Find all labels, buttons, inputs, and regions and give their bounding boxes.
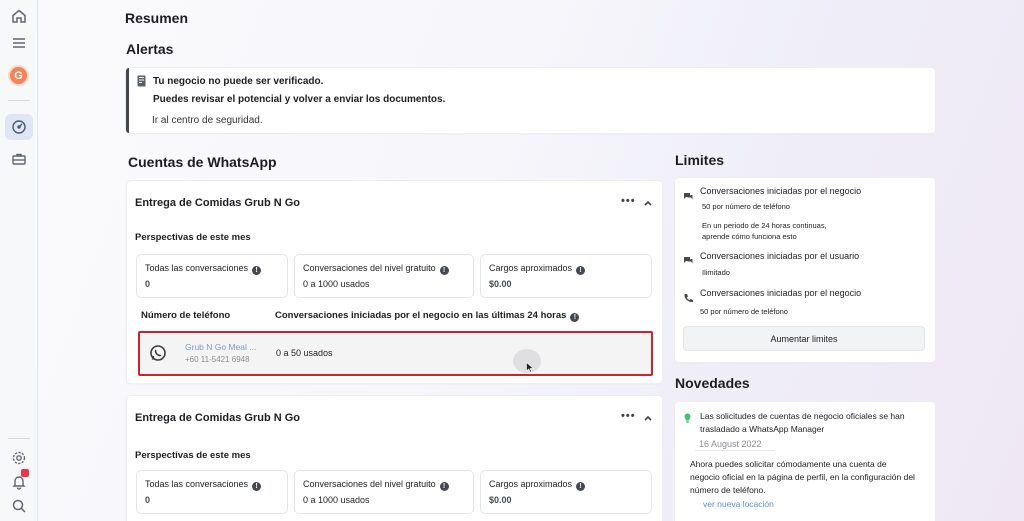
metric-value: $0.00 — [489, 495, 512, 505]
phone-usage: 0 a 50 usados — [276, 348, 333, 358]
left-rail: G — [0, 0, 38, 521]
alert-description: Puedes revisar el potencial y volver a e… — [153, 94, 446, 105]
dashboard-gauge-icon[interactable] — [9, 117, 29, 137]
phone-number-row[interactable]: Grub N Go Meal ... +60 11-5421 6948 0 a … — [138, 331, 653, 376]
news-card: Las solicitudes de cuentas de negocio of… — [675, 402, 935, 521]
more-options-button[interactable]: ••• — [621, 410, 636, 422]
increase-limits-button[interactable]: Aumentar limites — [683, 326, 925, 351]
metric-card: Cargos aproximados! $0.00 — [481, 471, 651, 513]
more-options-button[interactable]: ••• — [621, 195, 636, 207]
news-body: negocio oficial en la página de perfil, … — [690, 472, 915, 482]
usage-header: Conversaciones iniciadas por el negocio … — [275, 310, 567, 321]
home-icon[interactable] — [9, 6, 29, 26]
info-icon[interactable]: ! — [576, 482, 586, 491]
alert-accent-bar — [126, 68, 129, 133]
search-icon[interactable] — [9, 496, 29, 516]
menu-icon[interactable] — [9, 33, 29, 53]
bell-icon[interactable] — [9, 469, 29, 492]
briefcase-icon[interactable] — [9, 149, 29, 169]
info-icon[interactable]: ! — [570, 313, 580, 322]
document-icon — [137, 75, 146, 87]
alert-title: Tu negocio no puede ser verificado. — [153, 76, 324, 87]
news-body: Ahora puedes solicitar cómodamente una c… — [690, 459, 887, 469]
whatsapp-accounts-heading: Cuentas de WhatsApp — [128, 154, 277, 170]
phone-number: +60 11-5421 6948 — [185, 355, 250, 364]
chat-bubbles-icon — [684, 257, 693, 264]
rail-divider — [8, 100, 30, 101]
metric-card: Todas las conversaciones! 0 — [137, 255, 287, 297]
chevron-up-icon[interactable] — [643, 198, 653, 208]
whatsapp-icon — [150, 345, 166, 361]
metric-label: Conversaciones del nivel gratuito — [303, 479, 436, 489]
metric-value: 0 — [145, 495, 151, 505]
news-headline: trasladado a WhatsApp Manager — [700, 424, 825, 434]
alerts-heading: Alertas — [126, 41, 174, 57]
news-body: número de teléfono. — [690, 485, 766, 495]
info-icon[interactable]: ! — [439, 482, 449, 491]
account-name: Entrega de Comidas Grub N Go — [135, 412, 301, 424]
info-icon[interactable]: ! — [439, 266, 449, 275]
limit-value: 50 por número de teléfono — [702, 202, 790, 211]
lightbulb-icon — [684, 413, 691, 423]
info-icon[interactable]: ! — [252, 482, 262, 491]
mouse-cursor-icon — [526, 362, 534, 373]
rail-divider — [8, 438, 30, 439]
news-date: 16 August 2022 — [699, 439, 762, 449]
limit-note: En un periodo de 24 horas continuas, — [702, 221, 827, 230]
chevron-up-icon[interactable] — [643, 413, 653, 423]
metric-label: Cargos aproximados — [489, 479, 573, 489]
metric-card: Cargos aproximados! $0.00 — [481, 255, 651, 297]
limits-card: Conversaciones iniciadas por el negocio … — [675, 178, 935, 362]
news-heading: Novedades — [675, 375, 750, 391]
phone-icon — [684, 294, 693, 303]
avatar[interactable]: G — [8, 65, 29, 86]
limits-heading: Limites — [675, 152, 725, 168]
chat-bubbles-icon — [684, 193, 693, 200]
security-center-link[interactable]: Ir al centro de seguridad. — [152, 115, 263, 126]
alert-card: Tu negocio no puede ser verificado. Pued… — [126, 68, 935, 133]
metric-value: 0 a 1000 usados — [303, 495, 370, 505]
info-icon[interactable]: ! — [252, 266, 262, 275]
perspectives-label: Perspectivas de este mes — [135, 450, 251, 461]
perspectives-label: Perspectivas de este mes — [135, 232, 251, 243]
limit-learn-link[interactable]: aprende cómo funciona esto — [702, 232, 797, 241]
limit-title: Conversaciones iniciadas por el usuario — [700, 251, 860, 261]
page-title: Resumen — [125, 10, 189, 26]
notification-badge — [21, 469, 29, 477]
limit-title: Conversaciones iniciadas por el negocio — [700, 288, 862, 298]
limit-title: Conversaciones iniciadas por el negocio — [700, 186, 862, 196]
metric-value: $0.00 — [489, 279, 512, 289]
info-icon[interactable]: ! — [576, 266, 586, 275]
metric-label: Conversaciones del nivel gratuito — [303, 263, 436, 273]
metric-value: 0 — [145, 279, 151, 289]
gear-icon[interactable] — [9, 448, 29, 468]
metric-label: Cargos aproximados — [489, 263, 573, 273]
metric-card: Conversaciones del nivel gratuito! 0 a 1… — [295, 255, 473, 297]
new-location-link[interactable]: ver nueva locación — [703, 499, 774, 509]
metric-value: 0 a 1000 usados — [303, 279, 370, 289]
limit-value: 50 por número de teléfono — [700, 307, 788, 316]
phone-number-header: Número de teléfono — [141, 310, 231, 321]
phone-display-name[interactable]: Grub N Go Meal ... — [185, 342, 256, 352]
account-name: Entrega de Comidas Grub N Go — [135, 197, 301, 209]
whatsapp-account-card: Entrega de Comidas Grub N Go ••• Perspec… — [127, 396, 662, 521]
metric-label: Todas las conversaciones — [145, 263, 249, 273]
limit-value: Ilimitado — [702, 268, 730, 277]
metric-label: Todas las conversaciones — [145, 479, 249, 489]
metric-card: Todas las conversaciones! 0 — [137, 471, 287, 513]
whatsapp-account-card: Entrega de Comidas Grub N Go ••• Perspec… — [127, 181, 662, 383]
divider — [695, 450, 775, 451]
metric-card: Conversaciones del nivel gratuito! 0 a 1… — [295, 471, 473, 513]
news-headline: Las solicitudes de cuentas de negocio of… — [700, 411, 905, 421]
